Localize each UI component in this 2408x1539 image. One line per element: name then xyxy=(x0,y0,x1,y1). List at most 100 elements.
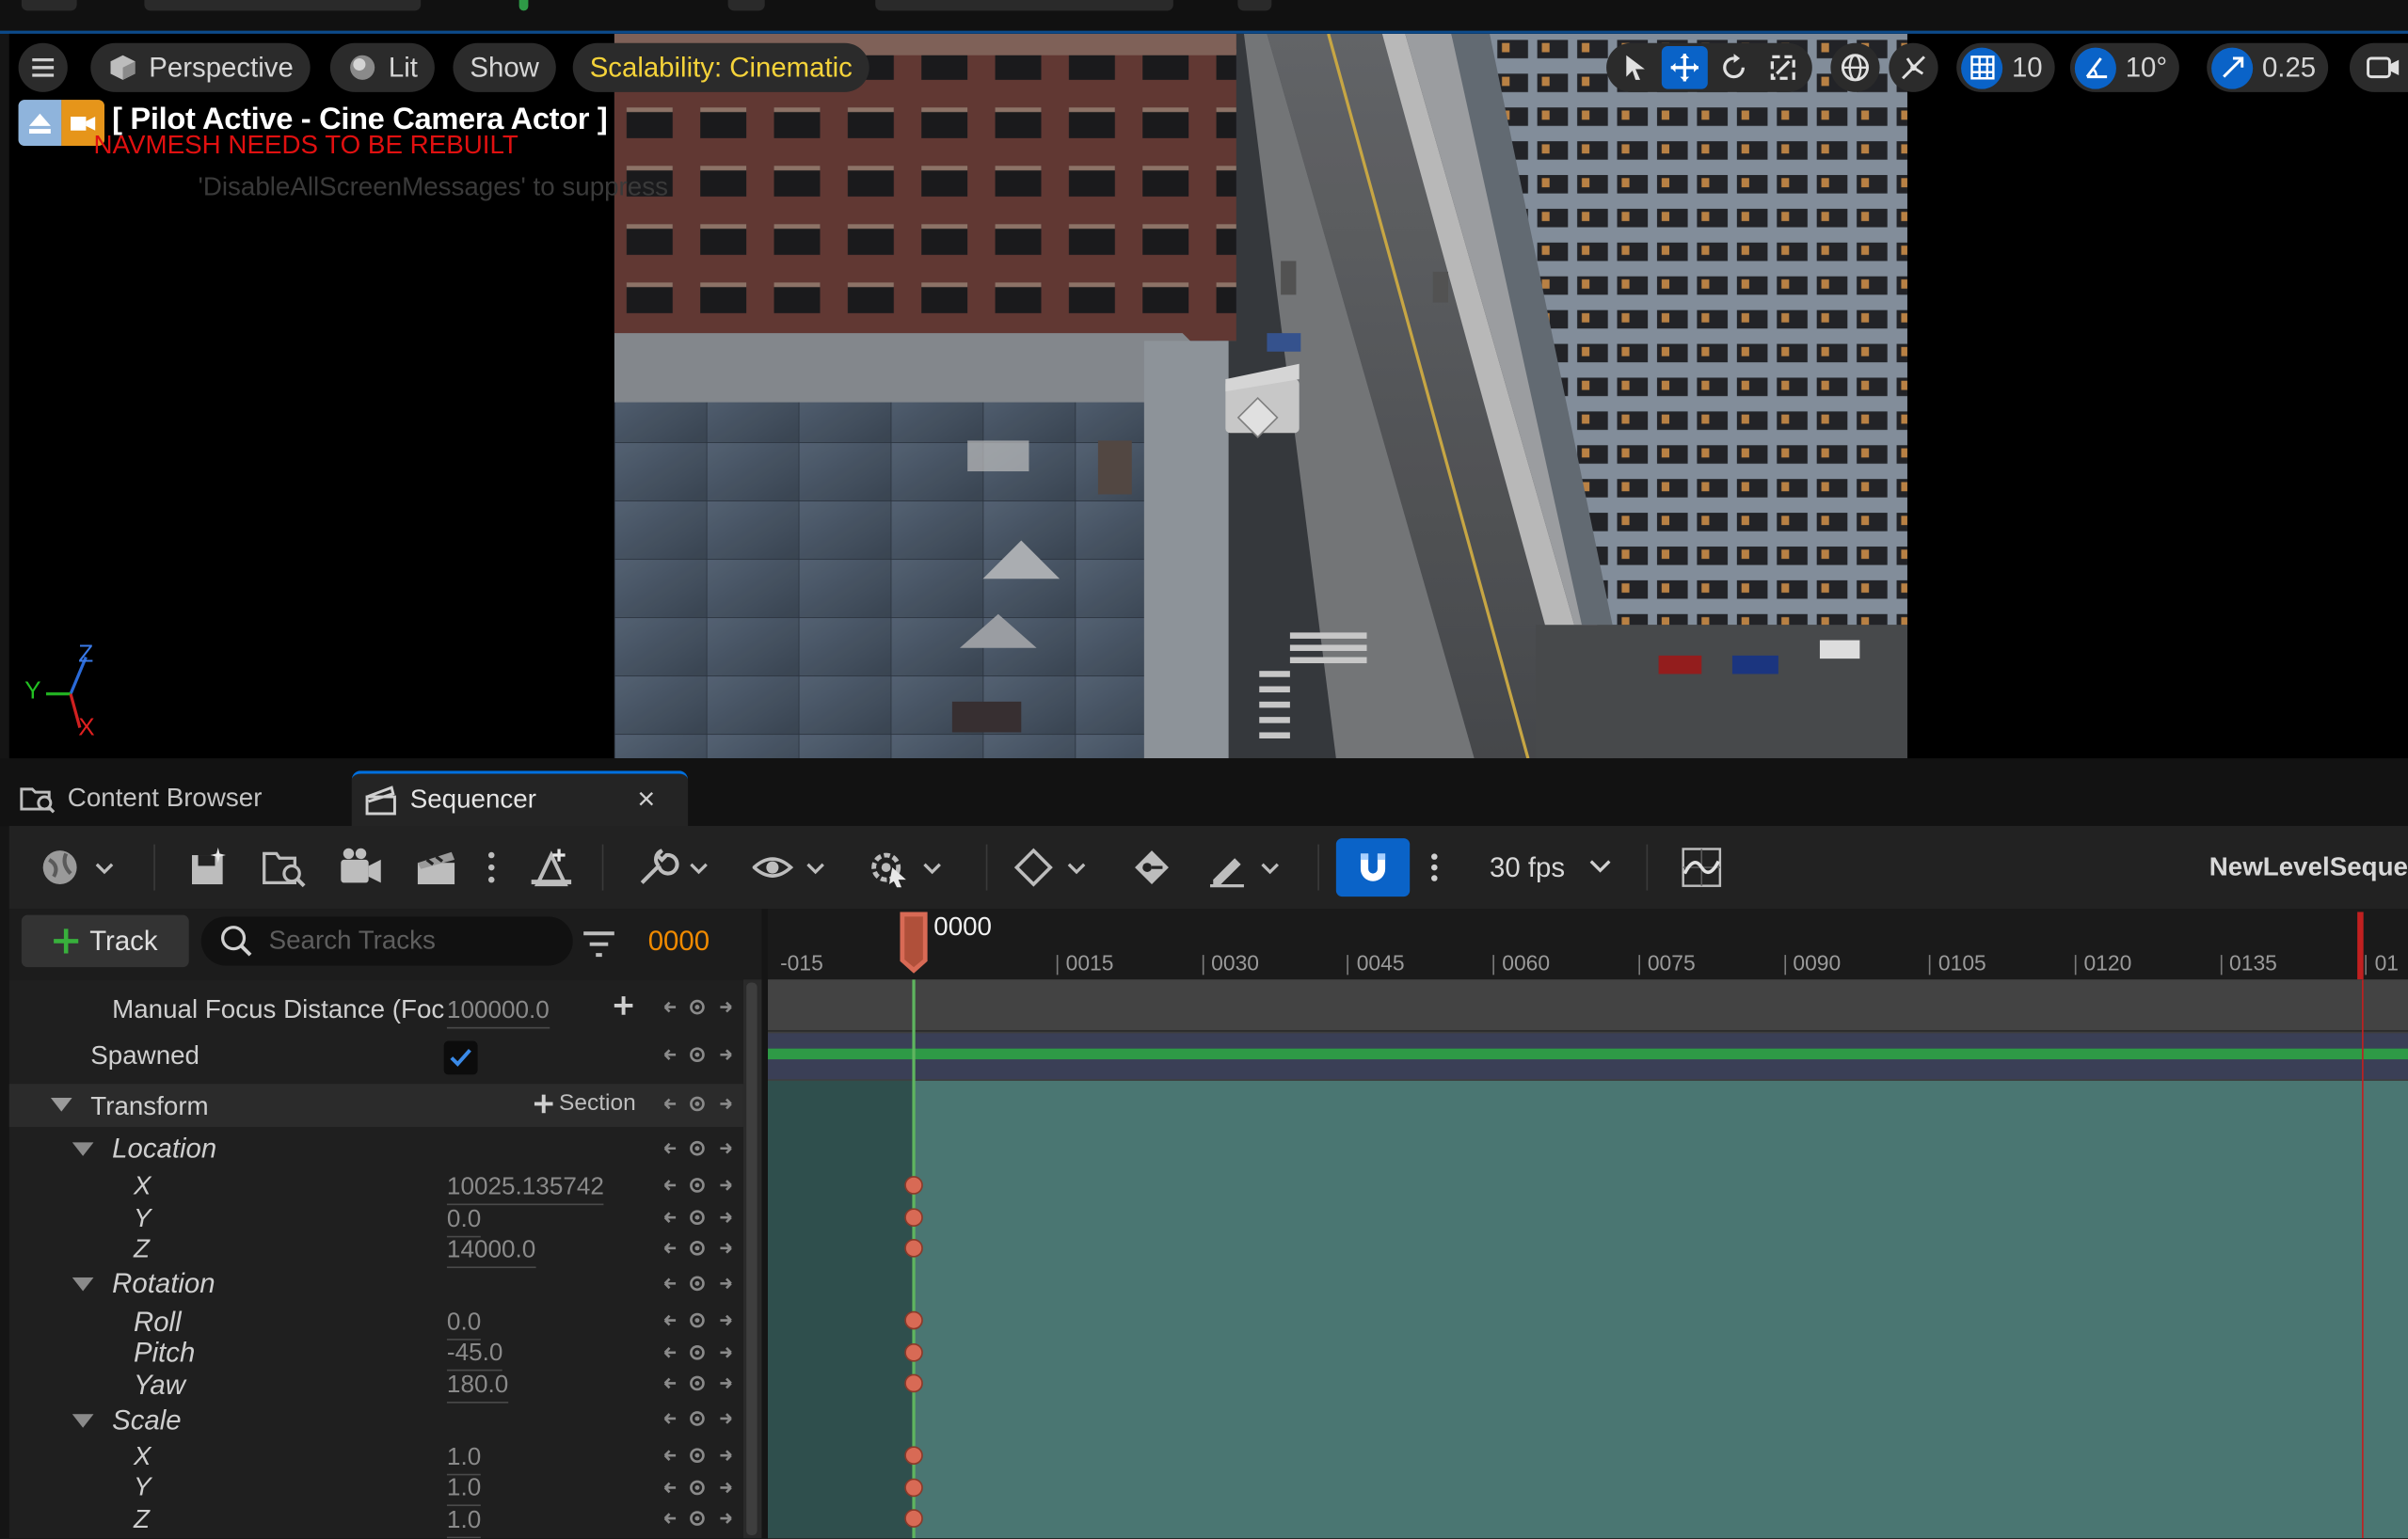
more-options-button[interactable] xyxy=(486,846,498,889)
track-value[interactable]: 100000.0 xyxy=(446,998,550,1029)
translate-icon[interactable] xyxy=(1661,45,1708,89)
channel-value[interactable]: 1.0 xyxy=(446,1508,482,1539)
channel-value[interactable]: -45.0 xyxy=(446,1341,503,1372)
snapping-toggle[interactable] xyxy=(1335,838,1411,897)
scalability-button[interactable]: Scalability: Cinematic xyxy=(572,42,869,92)
toolbar-button-stub[interactable] xyxy=(727,0,765,11)
add-track-button[interactable]: Track xyxy=(21,914,189,968)
toolbar-field-stub[interactable] xyxy=(144,0,422,11)
keyframe[interactable] xyxy=(904,1446,923,1465)
track-rotation[interactable]: Rotation xyxy=(9,1268,743,1302)
rotate-icon[interactable] xyxy=(1711,46,1757,89)
channel-value[interactable]: 0.0 xyxy=(446,1207,482,1238)
keyframe[interactable] xyxy=(904,1509,923,1528)
edit-mode-dropdown[interactable] xyxy=(1207,846,1284,889)
channel-value[interactable]: 1.0 xyxy=(446,1475,482,1507)
toolbar-group-stub[interactable] xyxy=(875,0,1173,11)
track-location-x[interactable]: X 10025.135742 xyxy=(9,1171,743,1206)
track-yaw[interactable]: Yaw 180.0 xyxy=(9,1370,743,1404)
world-dropdown[interactable] xyxy=(40,846,117,889)
keyframe[interactable] xyxy=(904,1478,923,1498)
toolbar-icon-stub[interactable] xyxy=(1237,0,1272,11)
track-filter-bar: Track Search Tracks 0000 xyxy=(8,909,762,980)
toolbar-separator xyxy=(153,844,155,891)
channel-value[interactable]: 0.0 xyxy=(446,1309,482,1341)
surface-snap-button[interactable] xyxy=(1889,42,1938,92)
track-location-y[interactable]: Y 0.0 xyxy=(9,1204,743,1238)
track-scale[interactable]: Scale xyxy=(9,1404,743,1438)
track-pitch[interactable]: Pitch -45.0 xyxy=(9,1337,743,1372)
channel-value[interactable]: 180.0 xyxy=(446,1372,509,1404)
render-movie-button[interactable] xyxy=(415,846,458,889)
collapse-arrow-icon[interactable] xyxy=(72,1142,94,1157)
playhead-frame-label: 0000 xyxy=(933,912,993,942)
collapse-arrow-icon[interactable] xyxy=(50,1097,72,1113)
track-location[interactable]: Location xyxy=(9,1133,743,1166)
spawned-checkbox[interactable] xyxy=(443,1040,478,1075)
tab-content-browser[interactable]: Content Browser xyxy=(12,770,347,826)
scale-icon[interactable] xyxy=(1760,46,1806,89)
track-roll[interactable]: Roll 0.0 xyxy=(9,1307,743,1341)
camera-speed-button[interactable] xyxy=(2349,42,2408,92)
fps-dropdown[interactable]: 30 fps xyxy=(1490,846,1618,889)
channel-value[interactable]: 10025.135742 xyxy=(446,1174,604,1206)
perspective-dropdown[interactable]: Perspective xyxy=(90,42,311,92)
disable-messages-hint: 'DisableAllScreenMessages' to suppress xyxy=(198,171,668,201)
playhead-handle[interactable] xyxy=(900,912,928,974)
track-manual-focus[interactable]: Manual Focus Distance (Foc 100000.0 xyxy=(9,995,743,1029)
viewport-menu-button[interactable] xyxy=(18,42,68,92)
axis-y-label: Y xyxy=(24,678,41,706)
actor-to-sequencer-button[interactable] xyxy=(528,846,574,889)
snapping-options-button[interactable] xyxy=(1419,838,1450,896)
keyframe[interactable] xyxy=(904,1176,923,1195)
keyframe[interactable] xyxy=(904,1343,923,1362)
keyframe[interactable] xyxy=(904,1208,923,1227)
add-section-button[interactable]: Section xyxy=(533,1090,636,1116)
eject-pilot-button[interactable] xyxy=(18,100,104,147)
channel-value[interactable]: 14000.0 xyxy=(446,1237,536,1269)
create-camera-button[interactable] xyxy=(338,846,384,889)
current-frame-field[interactable]: 0000 xyxy=(648,926,710,958)
key-interp-dropdown[interactable] xyxy=(1013,846,1091,889)
curve-editor-button[interactable] xyxy=(1680,846,1723,889)
close-tab-icon[interactable]: × xyxy=(637,783,655,818)
collapse-arrow-icon[interactable] xyxy=(72,1277,94,1293)
world-local-button[interactable] xyxy=(1830,42,1880,92)
show-dropdown[interactable]: Show xyxy=(453,42,556,92)
tab-sequencer[interactable]: Sequencer × xyxy=(351,770,689,827)
time-ruler[interactable]: -015 0015 0030 0045 0060 0075 0090 0105 0120 0135… xyxy=(768,909,2408,980)
lit-dropdown[interactable]: Lit xyxy=(329,42,435,92)
add-key-plus-icon[interactable] xyxy=(613,995,634,1017)
channel-value[interactable]: 1.0 xyxy=(446,1445,482,1476)
grid-snap-toggle[interactable]: 10 xyxy=(1956,42,2055,92)
playback-options-dropdown[interactable] xyxy=(866,846,949,889)
track-scale-x[interactable]: X 1.0 xyxy=(9,1441,743,1476)
track-spawned[interactable]: Spawned xyxy=(9,1040,743,1075)
timeline-tracks-area[interactable] xyxy=(768,979,2408,1539)
track-transform[interactable]: Transform Section xyxy=(8,1084,743,1127)
keyframe[interactable] xyxy=(904,1239,923,1258)
track-scale-z[interactable]: Z 1.0 xyxy=(9,1504,743,1539)
track-label: Spawned xyxy=(90,1040,199,1071)
search-tracks-input[interactable]: Search Tracks xyxy=(200,916,573,966)
select-icon[interactable] xyxy=(1613,46,1659,89)
actions-dropdown[interactable] xyxy=(636,846,713,889)
keyframe[interactable] xyxy=(904,1373,923,1393)
filter-button[interactable] xyxy=(581,928,617,961)
track-location-z[interactable]: Z 14000.0 xyxy=(9,1234,743,1269)
level-viewport[interactable]: Perspective Lit Show Scalability: Cinema… xyxy=(8,33,2408,759)
collapse-arrow-icon[interactable] xyxy=(72,1414,94,1429)
toolbar-separator xyxy=(601,844,604,891)
outliner-scroll-thumb[interactable] xyxy=(746,982,757,1536)
save-sequence-button[interactable] xyxy=(187,846,231,889)
auto-key-button[interactable] xyxy=(1130,846,1173,889)
menu-tab-stub[interactable] xyxy=(21,0,77,11)
view-options-dropdown[interactable] xyxy=(752,846,830,889)
end-range-marker[interactable] xyxy=(2357,912,2364,980)
rotation-snap-toggle[interactable]: 10° xyxy=(2069,42,2180,92)
track-scale-y[interactable]: Y 1.0 xyxy=(9,1472,743,1507)
find-in-browser-button[interactable] xyxy=(261,846,307,889)
scale-snap-toggle[interactable]: 0.25 xyxy=(2207,42,2329,92)
keyframe[interactable] xyxy=(904,1310,923,1330)
ruler-tick-line xyxy=(1202,955,1204,976)
